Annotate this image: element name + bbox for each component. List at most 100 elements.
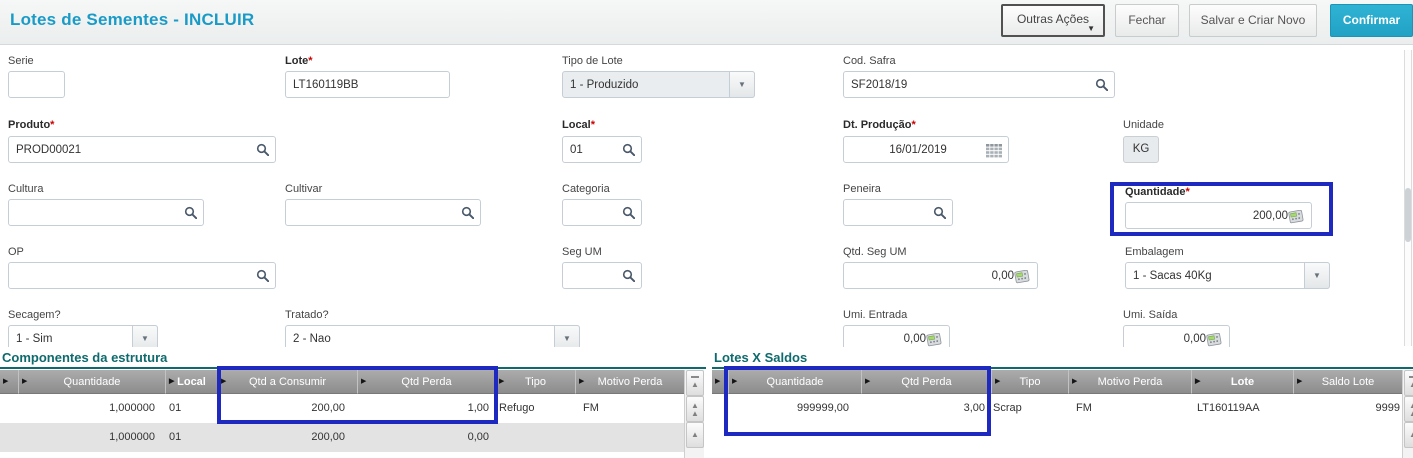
cell-motivo-perda xyxy=(583,423,683,452)
cultivar-field xyxy=(285,199,481,226)
search-icon[interactable] xyxy=(184,206,197,219)
umi-saida-label: Umi. Saída xyxy=(1123,309,1177,321)
col-header-local[interactable]: ▶Local xyxy=(165,370,217,394)
cell-qtd-a-consumir: 200,00 xyxy=(217,394,345,423)
cultivar-input[interactable] xyxy=(293,202,457,223)
dt-producao-input[interactable] xyxy=(851,139,985,160)
scroll-to-top-button[interactable]: ▲ xyxy=(1404,370,1413,396)
seg-um-field xyxy=(562,262,642,289)
scroll-up-button[interactable]: ▲ xyxy=(1404,422,1413,448)
embalagem-select[interactable]: ▼ xyxy=(1125,262,1330,289)
scroll-up-button[interactable]: ▲ xyxy=(686,422,704,448)
col-header-motivo-perda[interactable]: ▶Motivo Perda xyxy=(575,370,684,394)
tipo-de-lote-select[interactable]: ▼ xyxy=(562,71,755,98)
column-arrow-icon: ▶ xyxy=(22,371,27,393)
quantidade-label: Quantidade* xyxy=(1125,186,1190,198)
seg-um-input[interactable] xyxy=(570,265,618,286)
search-icon[interactable] xyxy=(622,269,635,282)
chevron-down-icon[interactable]: ▼ xyxy=(729,71,755,98)
grid-row-marker-header: ▶ xyxy=(712,370,728,394)
cell-motivo-perda: FM xyxy=(1076,394,1191,423)
search-icon[interactable] xyxy=(622,206,635,219)
confirmar-button[interactable]: Confirmar xyxy=(1330,4,1413,37)
scroll-to-top-button[interactable]: ▲ xyxy=(686,370,704,396)
quantidade-field xyxy=(1125,202,1312,229)
form-scrollbar-thumb[interactable] xyxy=(1405,188,1411,242)
dt-producao-label: Dt. Produção* xyxy=(843,119,916,131)
local-field xyxy=(562,136,642,163)
salvar-criar-novo-button[interactable]: Salvar e Criar Novo xyxy=(1189,4,1317,37)
unidade-value: KG xyxy=(1123,136,1159,163)
page-title: Lotes de Sementes - INCLUIR xyxy=(10,10,254,30)
calculator-icon[interactable] xyxy=(1014,270,1031,284)
op-field xyxy=(8,262,276,289)
cod-safra-input[interactable] xyxy=(851,74,1091,95)
secagem-label: Secagem? xyxy=(8,309,61,321)
search-icon[interactable] xyxy=(256,269,269,282)
column-arrow-icon: ▶ xyxy=(732,371,737,393)
search-icon[interactable] xyxy=(933,206,946,219)
categoria-input[interactable] xyxy=(570,202,618,223)
chevron-down-icon[interactable]: ▼ xyxy=(1304,262,1330,289)
column-arrow-icon: ▶ xyxy=(579,371,584,393)
cultura-input[interactable] xyxy=(16,202,180,223)
col-header-qtd-perda[interactable]: ▶Qtd Perda xyxy=(357,370,495,394)
page-up-button[interactable]: ▲▲ xyxy=(686,396,704,422)
column-arrow-icon: ▶ xyxy=(499,371,504,393)
col-header-saldo-lote[interactable]: ▶Saldo Lote xyxy=(1293,370,1402,394)
cell-tipo: Refugo xyxy=(499,394,575,423)
column-arrow-icon: ▶ xyxy=(1297,371,1302,393)
unidade-label: Unidade xyxy=(1123,119,1164,131)
grid-row-marker-header: ▶ xyxy=(0,370,18,394)
umi-entrada-input[interactable] xyxy=(851,328,926,349)
cell-motivo-perda: FM xyxy=(583,394,683,423)
umi-saida-input[interactable] xyxy=(1131,328,1206,349)
lotes-sementes-window: Lotes de Sementes - INCLUIR Outras Ações… xyxy=(0,0,1413,458)
col-header-tipo[interactable]: ▶Tipo xyxy=(991,370,1068,394)
qtd-seg-um-input[interactable] xyxy=(851,265,1014,286)
col-header-qtd-perda[interactable]: ▶Qtd Perda xyxy=(861,370,991,394)
calculator-icon[interactable] xyxy=(1288,210,1305,224)
col-header-tipo[interactable]: ▶Tipo xyxy=(495,370,575,394)
column-arrow-icon: ▶ xyxy=(3,371,8,393)
local-input[interactable] xyxy=(570,139,618,160)
componentes-estrutura-rule xyxy=(0,367,706,369)
col-header-qtd-a-consumir[interactable]: ▶Qtd a Consumir xyxy=(217,370,357,394)
cultura-label: Cultura xyxy=(8,183,43,195)
search-icon[interactable] xyxy=(461,206,474,219)
op-input[interactable] xyxy=(16,265,252,286)
col-header-quantidade[interactable]: ▶Quantidade xyxy=(18,370,165,394)
column-arrow-icon: ▶ xyxy=(1195,371,1200,393)
table-row[interactable]: 999999,00 3,00 Scrap FM LT160119AA 9999 xyxy=(712,394,1402,423)
tipo-de-lote-label: Tipo de Lote xyxy=(562,55,623,67)
peneira-input[interactable] xyxy=(851,202,929,223)
cod-safra-label: Cod. Safra xyxy=(843,55,896,67)
categoria-field xyxy=(562,199,642,226)
calculator-icon[interactable] xyxy=(1206,333,1223,347)
grids-section: Componentes da estrutura ▶ ▶Quantidade ▶… xyxy=(0,347,1413,458)
serie-input[interactable] xyxy=(16,74,57,95)
embalagem-label: Embalagem xyxy=(1125,246,1184,258)
serie-label: Serie xyxy=(8,55,34,67)
cell-lote: LT160119AA xyxy=(1197,394,1293,423)
search-icon[interactable] xyxy=(1095,78,1108,91)
cell-local: 01 xyxy=(169,394,217,423)
cell-tipo: Scrap xyxy=(993,394,1066,423)
produto-input[interactable] xyxy=(16,139,252,160)
outras-acoes-button[interactable]: Outras Ações ▼ xyxy=(1001,4,1105,37)
calendar-icon[interactable] xyxy=(986,144,1002,158)
fechar-button[interactable]: Fechar xyxy=(1115,4,1179,37)
column-arrow-icon: ▶ xyxy=(995,371,1000,393)
quantidade-input[interactable] xyxy=(1133,205,1288,226)
search-icon[interactable] xyxy=(256,143,269,156)
lote-input[interactable] xyxy=(293,74,442,95)
page-up-button[interactable]: ▲▲ xyxy=(1404,396,1413,422)
col-header-motivo-perda[interactable]: ▶Motivo Perda xyxy=(1068,370,1191,394)
calculator-icon[interactable] xyxy=(926,333,943,347)
col-header-quantidade[interactable]: ▶Quantidade xyxy=(728,370,861,394)
col-header-lote[interactable]: ▶Lote xyxy=(1191,370,1293,394)
cultivar-label: Cultivar xyxy=(285,183,322,195)
table-row[interactable]: 1,000000 01 200,00 1,00 Refugo FM xyxy=(0,394,684,423)
table-row[interactable]: 1,000000 01 200,00 0,00 xyxy=(0,423,684,452)
search-icon[interactable] xyxy=(622,143,635,156)
